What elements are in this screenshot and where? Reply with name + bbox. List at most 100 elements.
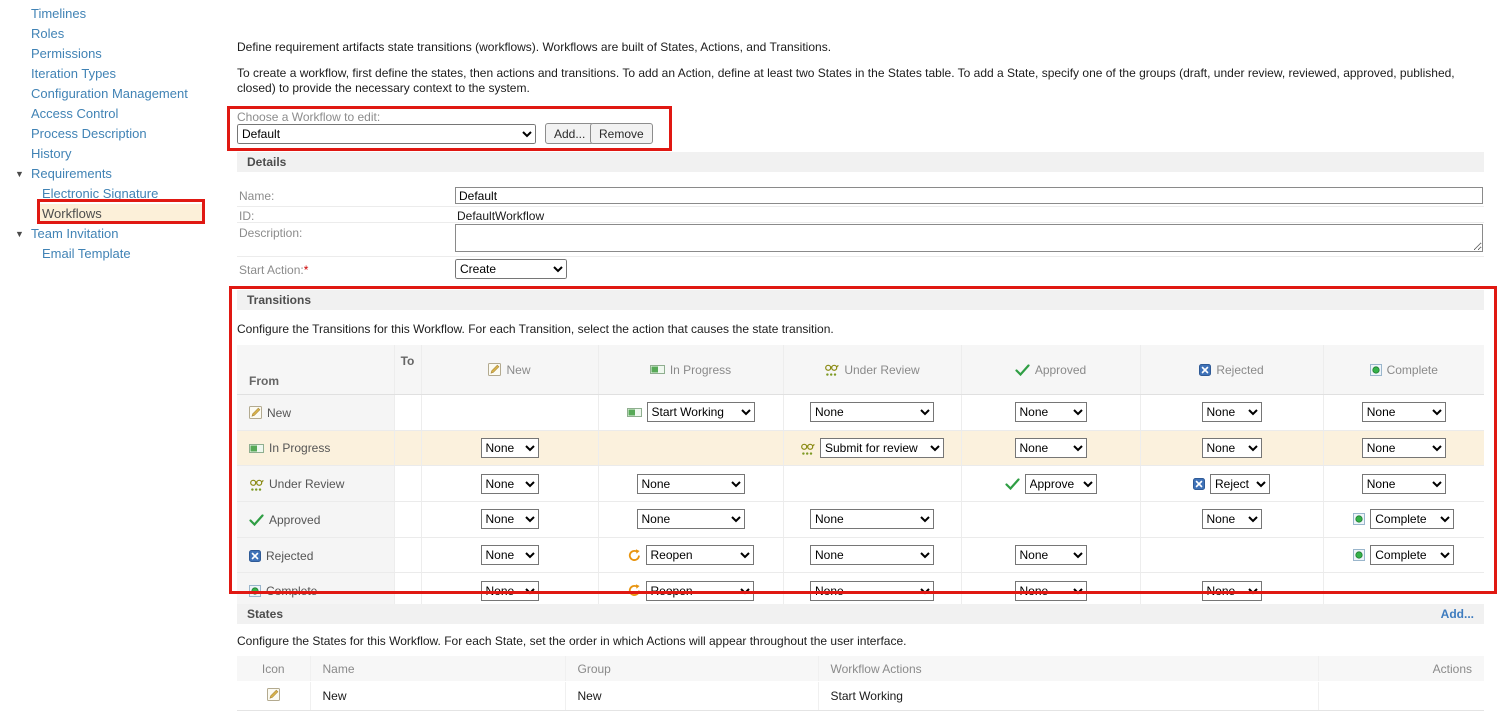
sidebar-item-roles[interactable]: Roles bbox=[0, 24, 232, 44]
under-review-icon bbox=[249, 478, 264, 491]
transition-select-in-progress-to-under-review[interactable]: Submit for review bbox=[820, 438, 944, 458]
new-icon bbox=[267, 688, 280, 701]
complete-icon bbox=[249, 585, 261, 597]
description-field[interactable] bbox=[455, 224, 1483, 252]
transition-select-new-to-under-review[interactable]: None bbox=[810, 402, 934, 422]
transition-select-complete-to-in-progress[interactable]: Reopen bbox=[646, 581, 754, 601]
remove-workflow-button[interactable]: Remove bbox=[590, 123, 653, 144]
transition-select-complete-to-rejected[interactable]: None bbox=[1202, 581, 1262, 601]
sidebar-item-requirements[interactable]: ▼Requirements bbox=[0, 164, 232, 184]
sidebar-item-iteration-types[interactable]: Iteration Types bbox=[0, 64, 232, 84]
state-label: Approved bbox=[269, 513, 320, 527]
transition-select-approved-to-new[interactable]: None bbox=[481, 509, 539, 529]
sidebar-item-history[interactable]: History bbox=[0, 144, 232, 164]
workflow-select[interactable]: Default bbox=[237, 124, 536, 144]
transition-select-rejected-to-in-progress[interactable]: Reopen bbox=[646, 545, 754, 565]
to-spacer-cell bbox=[394, 395, 421, 431]
from-state-complete: Complete bbox=[237, 573, 394, 608]
transition-cell: None bbox=[421, 502, 598, 538]
transition-select-new-to-rejected[interactable]: None bbox=[1202, 402, 1262, 422]
states-column-header-workflow-actions: Workflow Actions bbox=[818, 656, 1318, 682]
transition-select-complete-to-under-review[interactable]: None bbox=[810, 581, 934, 601]
transition-select-in-progress-to-rejected[interactable]: None bbox=[1202, 438, 1262, 458]
transition-cell: None bbox=[1323, 395, 1484, 431]
to-spacer-cell bbox=[394, 573, 421, 608]
transition-cell: None bbox=[421, 466, 598, 502]
transition-select-approved-to-under-review[interactable]: None bbox=[810, 509, 934, 529]
sidebar-item-electronic-signature[interactable]: Electronic Signature bbox=[0, 184, 232, 204]
states-column-header-group: Group bbox=[565, 656, 818, 682]
state-column-header-in-progress: In Progress bbox=[598, 345, 783, 395]
rejected-icon bbox=[249, 550, 261, 562]
instructions-text: To create a workflow, first define the s… bbox=[237, 66, 1489, 96]
workflow-id-value: DefaultWorkflow bbox=[457, 209, 544, 223]
start-action-select[interactable]: Create bbox=[455, 259, 567, 279]
state-label: Rejected bbox=[266, 549, 313, 563]
sidebar-item-permissions[interactable]: Permissions bbox=[0, 44, 232, 64]
approved-icon bbox=[1005, 478, 1020, 490]
sidebar-item-timelines[interactable]: Timelines bbox=[0, 4, 232, 24]
transition-select-approved-to-complete[interactable]: Complete bbox=[1370, 509, 1454, 529]
transition-select-under-review-to-complete[interactable]: None bbox=[1362, 474, 1446, 494]
sidebar-item-label: Access Control bbox=[31, 106, 118, 121]
name-field[interactable] bbox=[455, 187, 1483, 204]
transition-select-under-review-to-rejected[interactable]: Reject bbox=[1210, 474, 1270, 494]
transitions-title: Transitions bbox=[247, 293, 311, 307]
divider bbox=[237, 256, 1484, 257]
transitions-description: Configure the Transitions for this Workf… bbox=[237, 322, 834, 336]
new-icon bbox=[488, 363, 501, 376]
transition-row-in-progress: In ProgressNoneSubmit for reviewNoneNone… bbox=[237, 430, 1484, 466]
transition-select-in-progress-to-new[interactable]: None bbox=[481, 438, 539, 458]
transition-select-rejected-to-approved[interactable]: None bbox=[1015, 545, 1087, 565]
states-column-header-name: Name bbox=[310, 656, 565, 682]
to-spacer-cell bbox=[394, 537, 421, 573]
transitions-table: FromToNewIn ProgressUnder ReviewApproved… bbox=[237, 345, 1484, 608]
transition-select-under-review-to-approved[interactable]: Approve bbox=[1025, 474, 1097, 494]
transition-select-in-progress-to-approved[interactable]: None bbox=[1015, 438, 1087, 458]
transition-select-new-to-complete[interactable]: None bbox=[1362, 402, 1446, 422]
sidebar-item-team-invitation[interactable]: ▼ Team Invitation bbox=[0, 224, 232, 244]
start-action-label: Start Action:* bbox=[239, 263, 308, 277]
expand-arrow-icon[interactable]: ▼ bbox=[15, 224, 24, 244]
sidebar-item-workflows[interactable]: Workflows bbox=[40, 204, 203, 224]
transition-select-under-review-to-in-progress[interactable]: None bbox=[637, 474, 745, 494]
sidebar-item-label: Permissions bbox=[31, 46, 102, 61]
from-state-new: New bbox=[237, 395, 394, 431]
state-name-cell: New bbox=[310, 682, 565, 711]
transition-select-in-progress-to-complete[interactable]: None bbox=[1362, 438, 1446, 458]
transition-cell: Start Working bbox=[598, 395, 783, 431]
state-column-header-new: New bbox=[421, 345, 598, 395]
sidebar-item-label: Team Invitation bbox=[31, 226, 118, 241]
transition-select-new-to-in-progress[interactable]: Start Working bbox=[647, 402, 755, 422]
state-label: In Progress bbox=[670, 363, 731, 377]
transition-select-complete-to-new[interactable]: None bbox=[481, 581, 539, 601]
transition-select-approved-to-rejected[interactable]: None bbox=[1202, 509, 1262, 529]
add-state-link[interactable]: Add... bbox=[1441, 604, 1474, 624]
self-transition-cell bbox=[1323, 573, 1484, 608]
transition-select-rejected-to-under-review[interactable]: None bbox=[810, 545, 934, 565]
state-label: Rejected bbox=[1216, 363, 1263, 377]
state-label: New bbox=[506, 363, 530, 377]
sidebar-item-configuration-management[interactable]: Configuration Management bbox=[0, 84, 232, 104]
transition-select-complete-to-approved[interactable]: None bbox=[1015, 581, 1087, 601]
sidebar-item-process-description[interactable]: Process Description bbox=[0, 124, 232, 144]
transition-select-rejected-to-complete[interactable]: Complete bbox=[1370, 545, 1454, 565]
sidebar-item-access-control[interactable]: Access Control bbox=[0, 104, 232, 124]
transition-cell: None bbox=[783, 502, 961, 538]
transition-select-new-to-approved[interactable]: None bbox=[1015, 402, 1087, 422]
expand-arrow-icon[interactable]: ▼ bbox=[15, 164, 24, 184]
transition-select-approved-to-in-progress[interactable]: None bbox=[637, 509, 745, 529]
rejected-icon bbox=[1199, 364, 1211, 376]
divider bbox=[237, 206, 1484, 207]
state-row-new: NewNewStart Working bbox=[237, 682, 1484, 711]
states-table: IconNameGroupWorkflow ActionsActionsNewN… bbox=[237, 656, 1484, 711]
sidebar-item-label: Configuration Management bbox=[31, 86, 188, 101]
transition-cell: None bbox=[1140, 430, 1323, 466]
sidebar-item-email-template[interactable]: Email Template bbox=[0, 244, 232, 264]
state-workflow-actions-cell: Start Working bbox=[818, 682, 1318, 711]
in-progress-icon bbox=[650, 365, 665, 374]
transition-select-under-review-to-new[interactable]: None bbox=[481, 474, 539, 494]
transition-select-rejected-to-new[interactable]: None bbox=[481, 545, 539, 565]
states-title: States bbox=[247, 607, 283, 621]
add-workflow-button[interactable]: Add... bbox=[545, 123, 594, 144]
